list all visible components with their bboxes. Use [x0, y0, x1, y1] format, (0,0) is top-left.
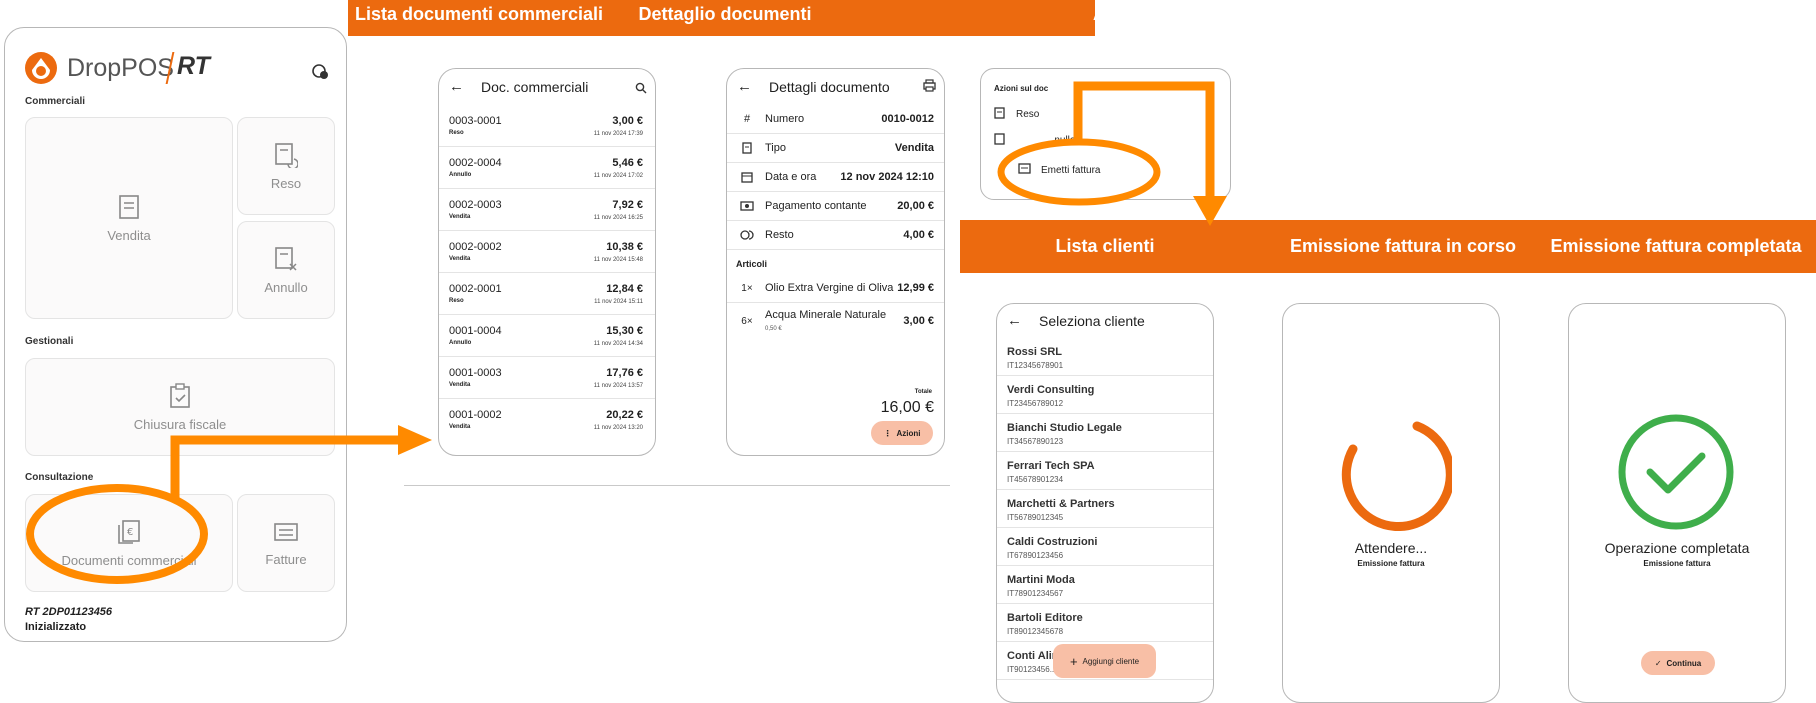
highlight-oval-documenti	[26, 484, 208, 584]
flow-arrow-documenti-line	[170, 435, 405, 500]
flow-annotations	[26, 81, 1227, 584]
flow-arrow-documenti-head	[398, 425, 432, 455]
highlight-oval-emetti	[997, 138, 1161, 206]
flow-arrow-emetti-head	[1193, 196, 1227, 226]
